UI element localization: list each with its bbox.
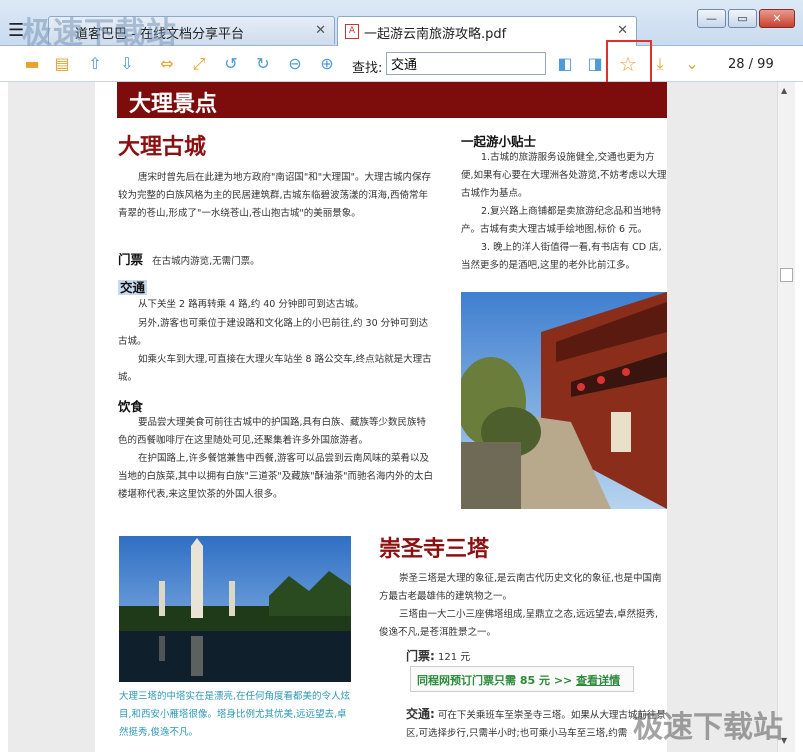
section-title: 崇圣寺三塔 (379, 537, 490, 562)
tips-heading: 一起游小贴士 (461, 134, 537, 149)
promo-text: 同程网预订门票只需 85 元 (417, 674, 550, 687)
close-window-button[interactable]: ✕ (759, 9, 795, 28)
page-down-icon[interactable]: ⇩ (117, 54, 137, 74)
close-tab-icon[interactable]: ✕ (617, 23, 628, 38)
page-counter: 28 / 99 (728, 57, 774, 72)
ticket-price: 121 元 (438, 652, 471, 663)
promo-details-link[interactable]: 查看详情 (576, 674, 620, 687)
transport-heading: 交通: (406, 707, 435, 721)
rotate-left-icon[interactable]: ↺ (221, 54, 241, 74)
zoom-out-icon[interactable]: ⊖ (285, 54, 305, 74)
page-up-icon[interactable]: ⇧ (85, 54, 105, 74)
pdf-page: 大理景点 大理古城 唐宋时曾先后在此建为地方政府"南诏国"和"大理国"。大理古城… (95, 82, 667, 752)
tip-item: 1.古城的旅游服务设施健全,交通也更为方便,如果有心要在大理洲各处游览,不妨考虑… (461, 152, 667, 199)
rotate-right-icon[interactable]: ↻ (253, 54, 273, 74)
tip-item: 3. 晚上的洋人街值得一看,有书店有 CD 店,当然更多的是酒吧,这里的老外比前… (461, 242, 662, 271)
promo-arrow: >> (553, 674, 573, 687)
search-next-icon[interactable]: ◨ (585, 54, 605, 74)
document-viewer[interactable]: 大理景点 大理古城 唐宋时曾先后在此建为地方政府"南诏国"和"大理国"。大理古城… (0, 82, 803, 752)
vertical-scrollbar[interactable] (777, 82, 795, 752)
paragraph: 三塔由一大二小三座佛塔组成,呈鼎立之态,远远望去,卓然挺秀,俊逸不凡,是苍洱胜景… (379, 609, 659, 638)
page-banner: 大理景点 (117, 82, 667, 118)
old-town-street-photo (461, 292, 667, 509)
fit-width-icon[interactable]: ⇔ (157, 54, 177, 74)
paragraph: 从下关坐 2 路再转乘 4 路,约 40 分钟即可到达古城。 (138, 299, 364, 310)
favorite-highlight-box (606, 40, 652, 86)
ticket-line: 门票 在古城内游览,无需门票。 (118, 249, 434, 268)
promo-box[interactable]: 同程网预订门票只需 85 元 >> 查看详情 (410, 666, 634, 692)
scroll-up-icon[interactable]: ▲ (781, 86, 787, 95)
search-prev-icon[interactable]: ◧ (555, 54, 575, 74)
more-icon[interactable]: ⌄ (682, 54, 702, 74)
ticket-heading: 门票 (118, 252, 144, 267)
paragraph: 另外,游客也可乘位于建设路和文化路上的小巴前往,约 30 分钟可到达古城。 (118, 318, 429, 347)
three-pagodas-photo (119, 536, 351, 682)
paragraph: 如乘火车到大理,可直接在大理火车站坐 8 路公交车,终点站就是大理古城。 (118, 354, 432, 383)
transport-heading: 交通 (118, 277, 148, 296)
paragraph: 唐宋时曾先后在此建为地方政府"南诏国"和"大理国"。大理古城内保存较为完整的白族… (118, 172, 431, 219)
minimize-button[interactable]: — (697, 9, 726, 28)
transport-text: 可在下关乘班车至崇圣寺三塔。如果从大理古城前往景区,可选择步行,只需半小时;也可… (406, 710, 666, 739)
paragraph: 崇圣三塔是大理的象征,是云南古代历史文化的象征,也是中国南方最古老最雄伟的建筑物… (379, 573, 662, 602)
section-title: 大理古城 (118, 135, 207, 160)
paragraph: 要品尝大理美食可前往古城中的护国路,具有白族、藏族等少数民族特色的西餐咖啡厅在这… (118, 417, 427, 446)
search-label: 查找: (352, 61, 383, 76)
search-input[interactable] (386, 52, 546, 75)
print-icon[interactable]: ▤ (52, 54, 72, 74)
ticket-heading: 门票: (406, 649, 435, 663)
ticket-text: 在古城内游览,无需门票。 (152, 256, 260, 267)
maximize-button[interactable]: ▭ (728, 9, 757, 28)
viewer-margin-right (667, 82, 777, 752)
zoom-in-icon[interactable]: ⊕ (317, 54, 337, 74)
viewer-margin-left (8, 82, 95, 752)
tab-label: 一起游云南旅游攻略.pdf (364, 27, 507, 42)
scroll-thumb[interactable] (780, 268, 793, 282)
ticket-line: 门票: 121 元 (406, 647, 470, 664)
close-tab-icon[interactable]: ✕ (315, 23, 326, 38)
transport-paragraph: 交通: 可在下关乘班车至崇圣寺三塔。如果从大理古城前往景区,可选择步行,只需半小… (406, 705, 667, 743)
paragraph: 在护国路上,许多餐馆兼售中西餐,游客可以品尝到云南风味的菜肴以及当地的白族菜,其… (118, 453, 433, 500)
tip-item: 2.复兴路上商铺都是卖旅游纪念品和当地特产。古城有卖大理古城手绘地图,标价 6 … (461, 206, 662, 235)
download-icon[interactable]: ⤓ (650, 54, 670, 74)
watermark-logo: 极速下载站 (633, 710, 783, 745)
fullscreen-icon[interactable]: ⤢ (189, 54, 209, 74)
watermark-logo: 极速下载站 (22, 16, 177, 51)
food-heading: 饮食 (118, 399, 144, 414)
open-folder-icon[interactable]: ▬ (22, 54, 42, 74)
search-match-highlight: 交通 (118, 280, 148, 295)
pdf-file-icon: A (345, 24, 359, 39)
photo-caption: 大理三塔的中塔实在是漂亮,在任何角度看都美的令人炫目,和西安小雁塔很像。塔身比例… (119, 691, 351, 738)
tab-pdf[interactable]: A 一起游云南旅游攻略.pdf ✕ (337, 16, 637, 46)
